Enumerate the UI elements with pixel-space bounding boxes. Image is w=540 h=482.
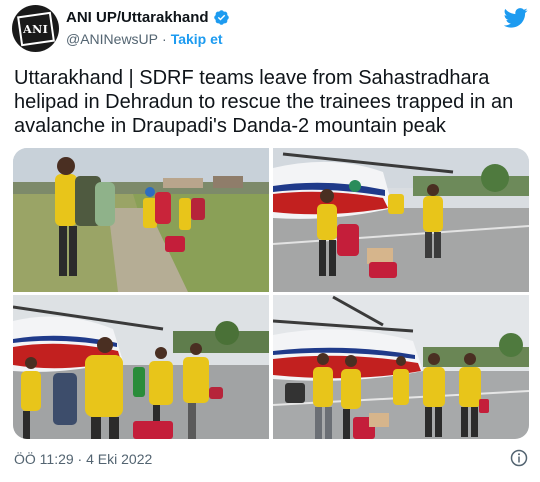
photo-team-near-helicopter-icon xyxy=(13,295,269,439)
follow-button[interactable]: Takip et xyxy=(171,31,223,47)
tweet-card: ANI ANI UP/Uttarakhand @ANINewsUP · Takip … xyxy=(0,0,540,482)
photo-team-helipad-icon xyxy=(273,295,529,439)
verified-badge-icon xyxy=(213,10,229,25)
photo-1[interactable] xyxy=(13,148,269,292)
info-icon[interactable] xyxy=(510,449,528,467)
twitter-bird-icon[interactable] xyxy=(504,8,528,28)
avatar-logo-text: ANI xyxy=(22,22,49,35)
tweet-text: Uttarakhand | SDRF teams leave from Saha… xyxy=(14,67,514,137)
photo-2[interactable] xyxy=(273,148,529,292)
photo-3[interactable] xyxy=(13,295,269,439)
tweet-timestamp[interactable]: ÖÖ 11:29 · 4 Eki 2022 xyxy=(14,451,152,467)
photo-grid xyxy=(13,148,529,439)
photo-sdrf-team-field-icon xyxy=(13,148,269,292)
author-handle[interactable]: @ANINewsUP xyxy=(66,31,158,47)
separator-dot: · xyxy=(162,31,167,47)
ani-logo: ANI xyxy=(16,11,55,46)
photo-4[interactable] xyxy=(273,295,529,439)
author-name[interactable]: ANI UP/Uttarakhand xyxy=(66,9,209,26)
avatar[interactable]: ANI xyxy=(12,5,59,52)
photo-helicopter-loading-icon xyxy=(273,148,529,292)
author-name-row[interactable]: ANI UP/Uttarakhand xyxy=(66,9,230,26)
author-handle-row: @ANINewsUP · Takip et xyxy=(66,31,223,47)
